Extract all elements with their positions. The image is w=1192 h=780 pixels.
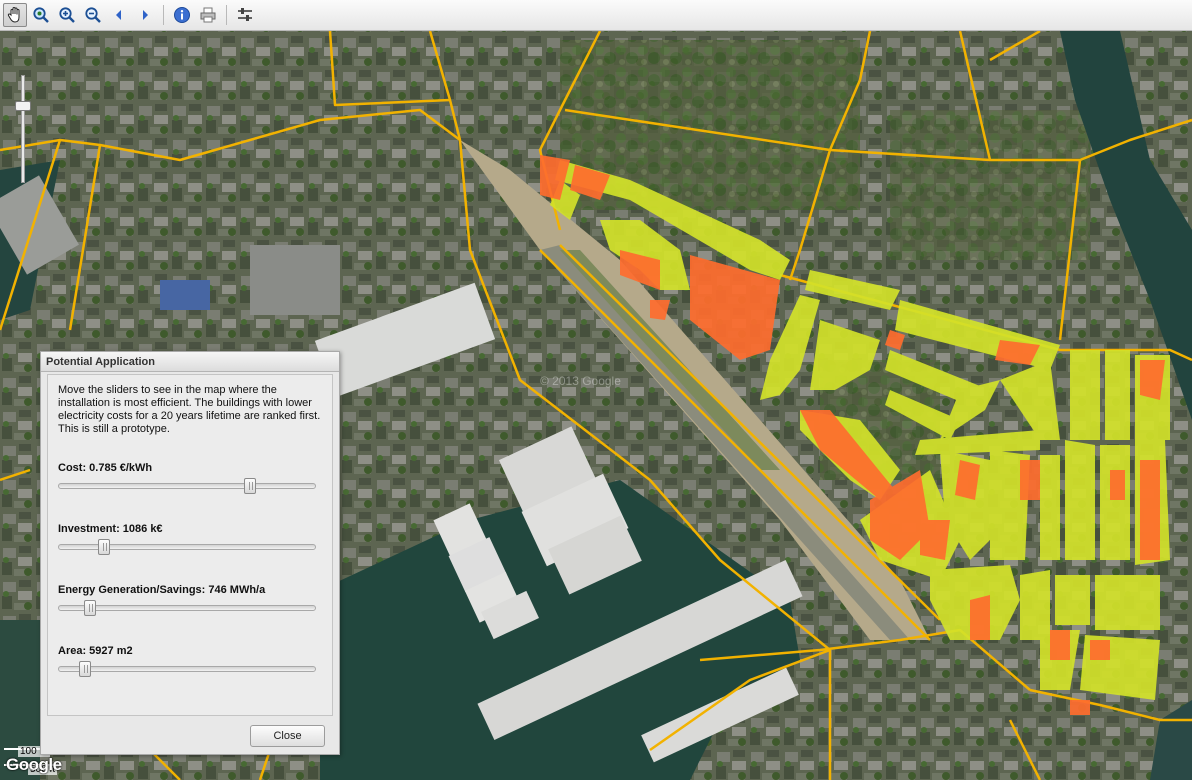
map-toolbar	[0, 0, 1192, 31]
print-button[interactable]	[196, 3, 220, 27]
dialog-title: Potential Application	[41, 352, 339, 372]
zoom-out-icon	[85, 7, 101, 23]
dialog-description: Move the sliders to see in the map where…	[58, 384, 321, 435]
pan-hand-icon	[7, 6, 20, 23]
area-slider-thumb[interactable]	[79, 661, 91, 677]
map-watermark: © 2013 Google	[540, 374, 621, 388]
forward-arrow-icon	[143, 10, 148, 20]
map-zoom-slider[interactable]	[15, 75, 31, 183]
zoom-in-button[interactable]	[55, 3, 79, 27]
toolbar-divider	[226, 5, 227, 25]
cost-slider[interactable]	[58, 478, 316, 494]
forward-button[interactable]	[133, 3, 157, 27]
investment-slider-label: Investment: 1086 k€	[58, 523, 163, 535]
zoom-slider-track[interactable]	[21, 75, 25, 183]
info-icon	[174, 7, 190, 23]
settings-sliders-icon	[238, 8, 252, 21]
area-slider[interactable]	[58, 661, 316, 677]
settings-sliders-button[interactable]	[233, 3, 257, 27]
toolbar-divider	[163, 5, 164, 25]
energy-slider-label: Energy Generation/Savings: 746 MWh/a	[58, 584, 266, 596]
zoom-extent-button[interactable]	[29, 3, 53, 27]
zoom-extent-icon	[33, 7, 49, 23]
print-icon	[200, 7, 216, 23]
cost-slider-label: Cost: 0.785 €/kWh	[58, 462, 153, 474]
info-button[interactable]	[170, 3, 194, 27]
zoom-out-button[interactable]	[81, 3, 105, 27]
google-logo: Google	[6, 755, 62, 774]
close-button[interactable]: Close	[250, 725, 325, 747]
energy-slider[interactable]	[58, 600, 316, 616]
dialog-content: Move the sliders to see in the map where…	[47, 374, 333, 716]
back-button[interactable]	[107, 3, 131, 27]
investment-slider-thumb[interactable]	[98, 539, 110, 555]
cost-slider-thumb[interactable]	[244, 478, 256, 494]
area-slider-label: Area: 5927 m2	[58, 645, 133, 657]
energy-slider-thumb[interactable]	[84, 600, 96, 616]
zoom-in-icon	[59, 7, 75, 23]
zoom-slider-thumb[interactable]	[15, 101, 31, 111]
pan-tool-button[interactable]	[3, 3, 27, 27]
investment-slider[interactable]	[58, 539, 316, 555]
back-arrow-icon	[116, 10, 121, 20]
potential-application-dialog: Potential Application Move the sliders t…	[40, 351, 340, 755]
